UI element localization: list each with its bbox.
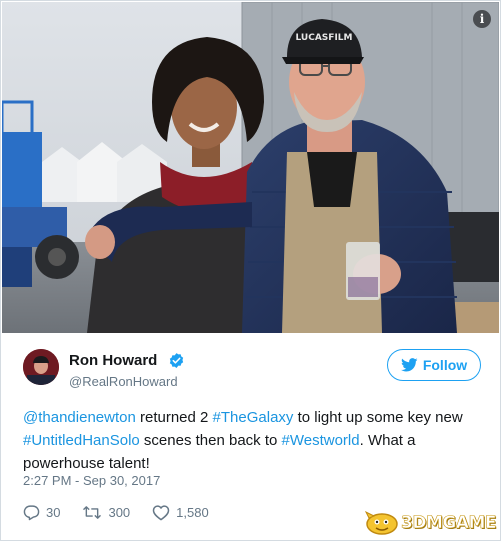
tweet-text: @thandienewton returned 2 #TheGalaxy to … — [23, 406, 493, 475]
retweet-count: 300 — [108, 504, 131, 520]
tweet-card: LUCASFILM i Ron Howard @RealRonHoward Fo… — [0, 0, 501, 541]
twitter-bird-icon — [400, 358, 418, 372]
hashtag-link-westworld[interactable]: #Westworld — [282, 432, 360, 449]
cap-logo-text: LUCASFILM — [296, 33, 353, 43]
avatar[interactable] — [23, 349, 59, 385]
tweet-timestamp[interactable]: 2:27 PM - Sep 30, 2017 — [23, 473, 160, 488]
retweet-icon — [83, 505, 102, 519]
author-handle[interactable]: @RealRonHoward — [69, 374, 178, 389]
like-button[interactable]: 1,580 — [152, 504, 209, 521]
tweet-photo[interactable]: LUCASFILM i — [2, 2, 499, 333]
author-name[interactable]: Ron Howard — [69, 352, 157, 369]
tweet-text-part: to light up some key new — [293, 409, 463, 426]
hashtag-link-thegalaxy[interactable]: #TheGalaxy — [213, 409, 294, 426]
watermark-logo-icon — [365, 510, 398, 535]
follow-label: Follow — [422, 357, 468, 373]
mention-link[interactable]: @thandienewton — [23, 409, 136, 426]
tweet-text-part: returned 2 — [135, 409, 213, 426]
reply-button[interactable]: 30 — [23, 504, 60, 521]
tweet-body: Ron Howard @RealRonHoward Follow @thandi… — [1, 335, 500, 540]
photo-image: LUCASFILM — [2, 2, 499, 333]
watermark: 3DMGAME — [365, 510, 497, 536]
reply-icon — [23, 504, 40, 520]
like-icon — [152, 504, 170, 520]
hashtag-link-untitledhansolo[interactable]: #UntitledHanSolo — [23, 432, 140, 449]
verified-badge-icon — [169, 353, 184, 368]
tweet-actions: 30 300 1,580 — [23, 501, 231, 523]
reply-count: 30 — [46, 504, 61, 520]
like-count: 1,580 — [176, 504, 209, 520]
follow-button[interactable]: Follow — [387, 349, 481, 381]
tweet-text-part: scenes then back to — [139, 432, 282, 449]
retweet-button[interactable]: 300 — [82, 504, 130, 521]
watermark-text: 3DMGAME — [401, 513, 497, 534]
info-icon[interactable]: i — [473, 10, 491, 28]
